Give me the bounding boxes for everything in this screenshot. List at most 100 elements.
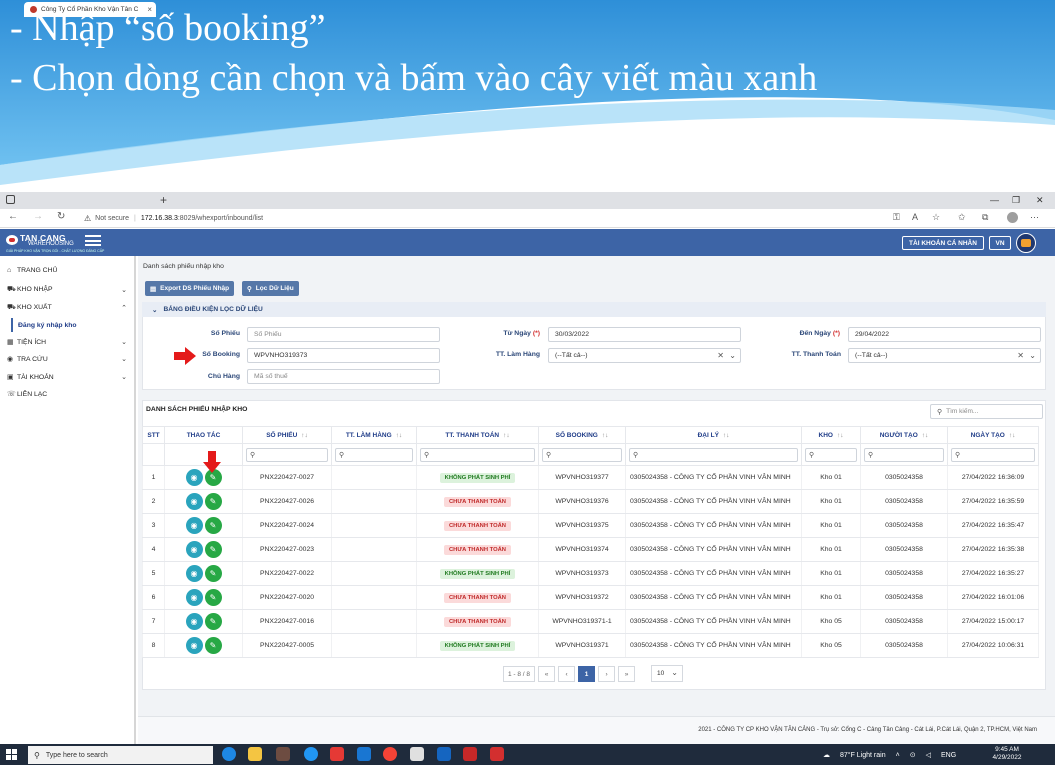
sidebar-item-kho-xuat[interactable]: ⛟ KHO XUẤT ⌃: [7, 303, 129, 312]
col-header-so-booking[interactable]: SỐ BOOKING ↑↓: [538, 426, 626, 444]
back-icon[interactable]: ←: [8, 211, 18, 222]
account-button[interactable]: TÀI KHOẢN CÁ NHÂN: [902, 236, 984, 250]
filter-button[interactable]: ⚲ Lọc Dữ Liệu: [242, 281, 299, 296]
app-icon-8[interactable]: [410, 747, 424, 761]
edge-app-icon[interactable]: [222, 747, 236, 761]
sort-icon[interactable]: ↑↓: [503, 432, 510, 439]
restore-button[interactable]: ❐: [1012, 195, 1020, 206]
reload-icon[interactable]: ↻: [57, 211, 65, 222]
sort-icon[interactable]: ↑↓: [922, 432, 929, 439]
profile-avatar-icon[interactable]: [1007, 212, 1018, 223]
table-row[interactable]: 4 ◉ ✎ PNX220427-0023 CHƯA THANH TOÁN WPVNHO31…: [142, 537, 1039, 562]
prev-page-button[interactable]: ‹: [558, 666, 576, 682]
column-filter-ngay-tao[interactable]: ⚲: [951, 447, 1035, 462]
global-search-input[interactable]: ⚲ Tìm kiếm...: [930, 404, 1043, 419]
sidebar-item-kho-nhap[interactable]: ⛟ KHO NHẬP ⌄: [7, 285, 129, 294]
key-icon[interactable]: ⚿: [893, 212, 900, 223]
tu-ngay-input[interactable]: 30/03/2022: [548, 327, 741, 342]
last-page-button[interactable]: »: [618, 666, 636, 682]
edit-pencil-icon[interactable]: ✎: [204, 541, 222, 558]
column-filter-tt-lam-hang[interactable]: ⚲: [335, 447, 413, 462]
tab-close-icon[interactable]: ×: [147, 5, 152, 14]
taskbar-search[interactable]: ⚲ Type here to search: [28, 746, 213, 764]
filter-panel-header[interactable]: ⌄ BẢNG ĐIỀU KIỆN LỌC DỮ LIỆU: [142, 302, 1046, 317]
sidebar-item-tai-khoan[interactable]: ▣ TÀI KHOẢN ⌄: [7, 373, 129, 382]
view-eye-icon[interactable]: ◉: [185, 565, 203, 582]
column-filter-tt-thanh-toan[interactable]: ⚲: [420, 447, 535, 462]
page-size-select[interactable]: 10 ⌄: [651, 665, 683, 682]
table-row[interactable]: 3 ◉ ✎ PNX220427-0024 CHƯA THANH TOÁN WPVNHO31…: [142, 513, 1039, 538]
export-button[interactable]: ▤ Export DS Phiếu Nhập: [145, 281, 235, 296]
language-button[interactable]: VN: [989, 236, 1011, 250]
col-header-kho[interactable]: KHO ↑↓: [801, 426, 861, 444]
file-explorer-icon[interactable]: [248, 747, 262, 761]
favorites-icon[interactable]: ✩: [958, 212, 966, 223]
edit-pencil-icon[interactable]: ✎: [204, 493, 222, 510]
table-row[interactable]: 2 ◉ ✎ PNX220427-0026 CHƯA THANH TOÁN WPVNHO31…: [142, 489, 1039, 514]
col-header-so-phieu[interactable]: SỐ PHIẾU ↑↓: [242, 426, 332, 444]
next-page-button[interactable]: ›: [598, 666, 616, 682]
so-phieu-input[interactable]: Số Phiếu: [247, 327, 440, 342]
collections-icon[interactable]: ⧉: [982, 212, 988, 223]
view-eye-icon[interactable]: ◉: [185, 589, 203, 606]
app-icon-4[interactable]: [304, 747, 318, 761]
user-avatar[interactable]: [1016, 233, 1036, 253]
forward-icon[interactable]: →: [33, 211, 43, 222]
tab-actions-icon[interactable]: [6, 195, 15, 204]
view-eye-icon[interactable]: ◉: [185, 541, 203, 558]
chrome-icon[interactable]: [383, 747, 397, 761]
weather-text[interactable]: 87°F Light rain: [840, 752, 886, 759]
table-row[interactable]: 1 ◉ ✎ PNX220427-0027 KHÔNG PHÁT SINH PHÍ WPVN…: [142, 465, 1039, 490]
den-ngay-input[interactable]: 29/04/2022: [848, 327, 1041, 342]
address-bar[interactable]: ⚠ Not secure | 172.16.38.3 :8029/whexpor…: [84, 211, 884, 225]
first-page-button[interactable]: «: [538, 666, 556, 682]
network-icon[interactable]: ⊙: [910, 751, 916, 759]
clear-icon[interactable]: ✕: [717, 351, 724, 360]
tt-thanh-toan-select[interactable]: (--Tất cả--) ✕ ⌄: [848, 348, 1041, 363]
app-icon-10[interactable]: [463, 747, 477, 761]
sort-icon[interactable]: ↑↓: [602, 432, 609, 439]
table-row[interactable]: 5 ◉ ✎ PNX220427-0022 KHÔNG PHÁT SINH PHÍ WPVN…: [142, 561, 1039, 586]
sidebar-subitem-dang-ky-nhap-kho[interactable]: Đăng ký nhập kho: [11, 318, 77, 332]
col-header-dai-ly[interactable]: ĐẠI LÝ ↑↓: [625, 426, 802, 444]
column-filter-dai-ly[interactable]: ⚲: [629, 447, 798, 462]
input-language[interactable]: ENG: [941, 752, 956, 759]
sort-icon[interactable]: ↑↓: [301, 432, 308, 439]
read-aloud-icon[interactable]: A: [912, 212, 918, 222]
edit-pencil-icon[interactable]: ✎: [204, 565, 222, 582]
sort-icon[interactable]: ↑↓: [837, 432, 844, 439]
favorite-star-icon[interactable]: ☆: [932, 212, 940, 223]
column-filter-nguoi-tao[interactable]: ⚲: [864, 447, 944, 462]
edit-pencil-icon[interactable]: ✎: [204, 589, 222, 606]
new-tab-button[interactable]: +: [160, 193, 167, 207]
edit-pencil-icon[interactable]: ✎: [204, 613, 222, 630]
table-row[interactable]: 6 ◉ ✎ PNX220427-0020 CHƯA THANH TOÁN WPVNHO31…: [142, 585, 1039, 610]
col-header-ngay-tao[interactable]: NGÀY TẠO ↑↓: [947, 426, 1039, 444]
sidebar-item-tra-cuu[interactable]: ◉ TRA CỨU ⌄: [7, 355, 129, 364]
so-booking-input[interactable]: WPVNHO319373: [247, 348, 440, 363]
view-eye-icon[interactable]: ◉: [185, 517, 203, 534]
zalo-icon[interactable]: [357, 747, 371, 761]
col-header-nguoi-tao[interactable]: NGƯỜI TẠO ↑↓: [860, 426, 948, 444]
table-row[interactable]: 8 ◉ ✎ PNX220427-0005 KHÔNG PHÁT SINH PHÍ WPVN…: [142, 633, 1039, 658]
column-filter-kho[interactable]: ⚲: [805, 447, 857, 462]
table-row[interactable]: 7 ◉ ✎ PNX220427-0016 CHƯA THANH TOÁN WPVNHO31…: [142, 609, 1039, 634]
column-filter-so-phieu[interactable]: ⚲: [246, 447, 328, 462]
sort-icon[interactable]: ↑↓: [723, 432, 730, 439]
sidebar-item-lien-lac[interactable]: ☏ LIÊN LẠC: [7, 390, 129, 399]
view-eye-icon[interactable]: ◉: [185, 469, 203, 486]
browser-tab[interactable]: Công Ty Cổ Phần Kho Vận Tân C ×: [24, 2, 156, 17]
tt-lam-hang-select[interactable]: (--Tất cả--) ✕ ⌄: [548, 348, 741, 363]
sort-icon[interactable]: ↑↓: [396, 432, 403, 439]
edit-pencil-icon[interactable]: ✎: [204, 637, 222, 654]
sort-icon[interactable]: ↑↓: [1009, 432, 1016, 439]
view-eye-icon[interactable]: ◉: [185, 493, 203, 510]
view-eye-icon[interactable]: ◉: [185, 637, 203, 654]
chu-hang-input[interactable]: Mã số thuế: [247, 369, 440, 384]
close-window-button[interactable]: ✕: [1036, 195, 1044, 206]
page-1-button[interactable]: 1: [578, 666, 596, 682]
col-header-tt-lam-hang[interactable]: TT. LÀM HÀNG ↑↓: [331, 426, 417, 444]
app-icon-3[interactable]: [276, 747, 290, 761]
hamburger-menu-icon[interactable]: [85, 235, 101, 246]
volume-icon[interactable]: ◁: [926, 751, 931, 759]
